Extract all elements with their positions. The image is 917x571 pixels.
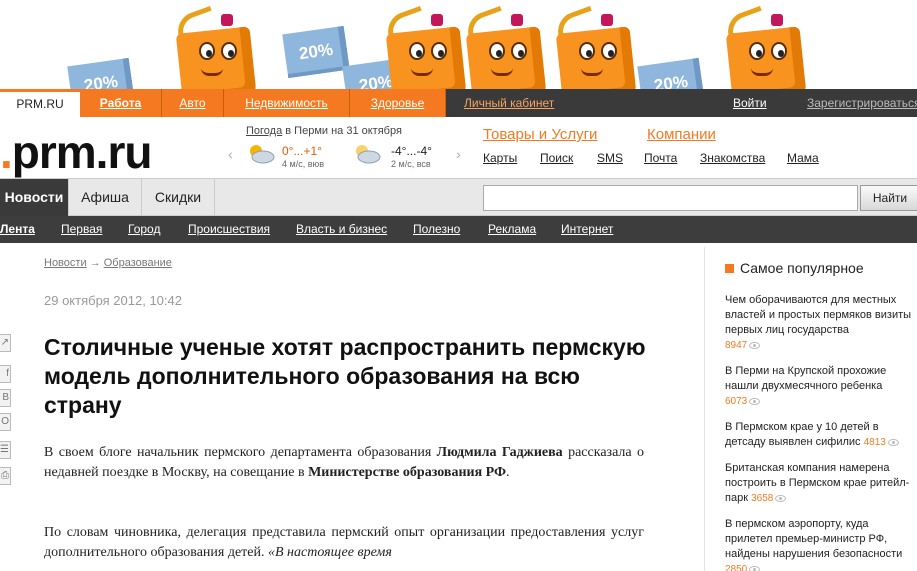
subnav-front[interactable]: Первая	[61, 216, 102, 243]
popular-item[interactable]: В Перми на Крупской прохожие нашли двухм…	[725, 364, 917, 409]
subnav-feed[interactable]: Лента	[0, 216, 35, 243]
weather-link[interactable]: Погода	[246, 125, 282, 137]
views-icon	[749, 565, 761, 571]
search-link[interactable]: Поиск	[540, 151, 573, 165]
views-icon	[749, 397, 761, 405]
mama-link[interactable]: Мама	[787, 151, 819, 165]
goods-services-link[interactable]: Товары и Услуги	[483, 126, 597, 143]
column-divider	[704, 247, 705, 571]
print-icon[interactable]: ⎙	[0, 467, 11, 485]
dating-link[interactable]: Знакомства	[700, 151, 765, 165]
popular-heading: Самое популярное	[725, 260, 864, 276]
moon-cloud-icon	[356, 145, 381, 164]
sun-cloud-icon	[250, 145, 275, 164]
views-icon	[749, 341, 761, 349]
services-block: Товары и Услуги Компании Карты Поиск SMS…	[483, 126, 913, 176]
box-mascot-image	[715, 5, 807, 89]
weather-widget: ‹ Погода в Перми на 31 октября 0°...+1° …	[228, 125, 461, 169]
tab-discounts[interactable]: Скидки	[142, 179, 215, 217]
popular-item[interactable]: В пермском аэропорту, куда прилетел прем…	[725, 517, 917, 571]
facebook-icon[interactable]: f	[0, 365, 11, 383]
search-input[interactable]	[483, 185, 858, 211]
login-link[interactable]: Войти	[733, 89, 767, 117]
nav-health-link[interactable]: Здоровье	[350, 89, 446, 117]
section-tabs: Новости Афиша Скидки Найти	[0, 178, 917, 217]
subnav-useful[interactable]: Полезно	[413, 216, 460, 243]
sms-link[interactable]: SMS	[597, 151, 623, 165]
maps-link[interactable]: Карты	[483, 151, 517, 165]
breadcrumb-news-link[interactable]: Новости	[44, 257, 87, 269]
site-tab-prm[interactable]: PRM.RU	[0, 89, 80, 117]
person-name: Людмила Гаджиева	[436, 445, 563, 460]
popular-item[interactable]: Британская компания намерена построить в…	[725, 461, 917, 506]
top-navigation: PRM.RU Работа Авто Недвижимость Здоровье…	[0, 89, 917, 117]
tab-afisha[interactable]: Афиша	[69, 179, 142, 217]
share-icon[interactable]: ↗	[0, 334, 11, 352]
article-paragraph: В своем блоге начальник пермского департ…	[44, 445, 645, 480]
organization-name: Министерстве образования РФ	[308, 465, 507, 480]
weather-title: Погода в Перми на 31 октября	[246, 125, 402, 137]
companies-link[interactable]: Компании	[647, 126, 716, 143]
subnav-ads[interactable]: Реклама	[488, 216, 536, 243]
subnav-power-business[interactable]: Власть и бизнес	[296, 216, 387, 243]
odnoklassniki-icon[interactable]: О	[0, 413, 11, 431]
box-mascot-image	[545, 5, 637, 89]
chevron-left-icon[interactable]: ‹	[228, 146, 233, 162]
discount-tag: 20%	[637, 57, 705, 89]
nav-realty-link[interactable]: Недвижимость	[224, 89, 350, 117]
box-mascot-image	[455, 5, 547, 89]
popular-item[interactable]: Чем оборачиваются для местных властей и …	[725, 293, 917, 353]
popular-item[interactable]: В Пермском крае у 10 детей в детсаду выя…	[725, 420, 917, 450]
bookmark-icon[interactable]: ☰	[0, 441, 11, 459]
subnav-incidents[interactable]: Происшествия	[188, 216, 270, 243]
register-link[interactable]: Зарегистрироваться	[807, 89, 917, 117]
news-subnavigation: Лента Первая Город Происшествия Власть и…	[0, 216, 917, 243]
article-paragraph: По словам чиновника, делегация представи…	[44, 525, 644, 560]
mail-link[interactable]: Почта	[644, 151, 677, 165]
nav-auto-link[interactable]: Авто	[162, 89, 224, 117]
personal-cabinet-link[interactable]: Личный кабинет	[464, 89, 554, 117]
search-button[interactable]: Найти	[860, 185, 917, 211]
vkontakte-icon[interactable]: В	[0, 389, 11, 407]
article-title: Столичные ученые хотят распространить пе…	[44, 334, 646, 418]
discount-tag: 20%	[67, 57, 135, 89]
subnav-internet[interactable]: Интернет	[561, 216, 613, 243]
site-logo[interactable]: .prm.ru	[0, 125, 152, 178]
nav-work-link[interactable]: Работа	[80, 89, 162, 117]
views-icon	[887, 438, 899, 446]
breadcrumb-education-link[interactable]: Образование	[104, 257, 172, 269]
box-mascot-image	[375, 5, 467, 89]
breadcrumb: Новости → Образование	[44, 257, 172, 269]
discount-tag: 20%	[282, 25, 350, 79]
advertising-banner[interactable]: 20% 20% 20% 20%	[0, 0, 917, 89]
box-mascot-image	[165, 5, 257, 89]
arrow-right-icon: →	[89, 257, 101, 269]
article-date: 29 октября 2012, 10:42	[44, 293, 182, 308]
views-icon	[775, 494, 787, 502]
subnav-city[interactable]: Город	[128, 216, 160, 243]
chevron-right-icon[interactable]: ›	[456, 146, 461, 162]
tab-news[interactable]: Новости	[0, 179, 69, 217]
